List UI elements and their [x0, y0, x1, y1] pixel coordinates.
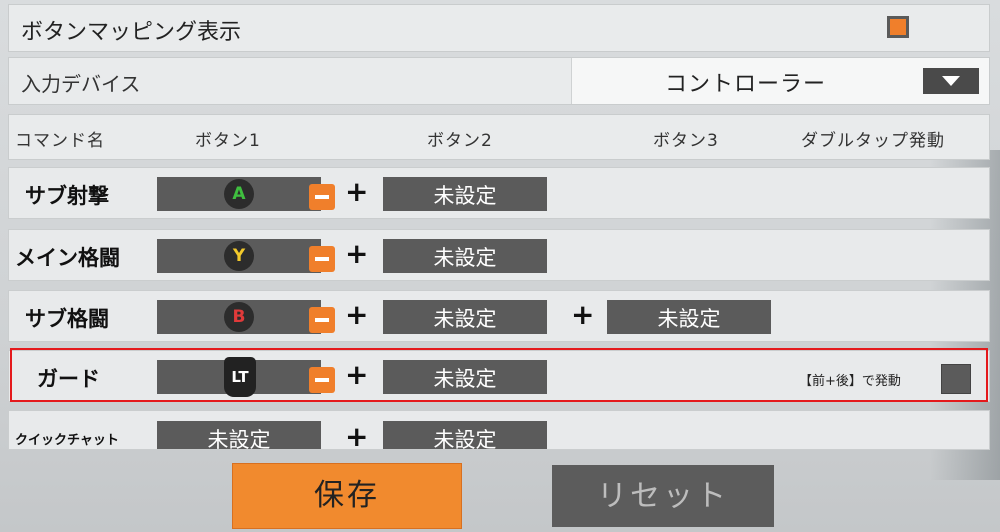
button-mapping-display-label: ボタンマッピング表示 [21, 20, 242, 45]
plus-sign: + [571, 298, 595, 331]
command-row-main-melee: メイン格闘 Y + 未設定 [8, 229, 990, 281]
command-row-quick-chat: クイックチャット 未設定 + 未設定 [8, 410, 990, 450]
command-row-sub-shot: サブ射撃 A + 未設定 [8, 167, 990, 219]
column-header-row: コマンド名 ボタン1 ボタン2 ボタン3 ダブルタップ発動 [8, 114, 990, 160]
button2-slot[interactable]: 未設定 [383, 300, 547, 334]
column-command-name: コマンド名 [15, 131, 105, 151]
input-device-value: コントローラー [664, 72, 826, 97]
button-mapping-display-checkbox[interactable] [887, 16, 909, 38]
button2-value: 未設定 [433, 246, 497, 270]
plus-sign: + [345, 175, 369, 208]
button1-slot[interactable]: 未設定 [157, 421, 321, 450]
plus-sign: + [345, 420, 369, 450]
save-button[interactable]: 保存 [232, 463, 462, 529]
gamepad-y-icon: Y [224, 241, 254, 271]
column-button3: ボタン3 [653, 131, 719, 151]
command-name: サブ格闘 [25, 307, 109, 331]
column-button1: ボタン1 [195, 131, 261, 151]
input-device-select[interactable]: コントローラー [571, 58, 989, 104]
button2-slot[interactable]: 未設定 [383, 421, 547, 450]
column-button2: ボタン2 [427, 131, 493, 151]
command-name: サブ射撃 [25, 184, 109, 208]
button2-value: 未設定 [433, 307, 497, 331]
input-device-row: 入力デバイス コントローラー [8, 57, 990, 105]
button2-value: 未設定 [433, 184, 497, 208]
selected-row-highlight [10, 348, 988, 402]
button2-slot[interactable]: 未設定 [383, 239, 547, 273]
remove-button1-icon[interactable] [309, 307, 335, 333]
button1-value: 未設定 [207, 428, 271, 450]
input-device-label: 入力デバイス [21, 72, 141, 96]
button3-slot[interactable]: 未設定 [607, 300, 771, 334]
remove-button1-icon[interactable] [309, 246, 335, 272]
button2-value: 未設定 [433, 428, 497, 450]
command-row-sub-melee: サブ格闘 B + 未設定 + 未設定 [8, 290, 990, 342]
button-mapping-display-row: ボタンマッピング表示 [8, 4, 990, 52]
command-name: クイックチャット [15, 433, 119, 448]
gamepad-a-icon: A [224, 179, 254, 209]
reset-button[interactable]: リセット [552, 465, 774, 527]
plus-sign: + [345, 298, 369, 331]
command-name: メイン格闘 [15, 246, 120, 270]
button3-value: 未設定 [657, 307, 721, 331]
plus-sign: + [345, 237, 369, 270]
button2-slot[interactable]: 未設定 [383, 177, 547, 211]
gamepad-b-icon: B [224, 302, 254, 332]
column-double-tap: ダブルタップ発動 [801, 131, 945, 151]
dropdown-arrow-icon[interactable] [923, 68, 979, 94]
remove-button1-icon[interactable] [309, 184, 335, 210]
